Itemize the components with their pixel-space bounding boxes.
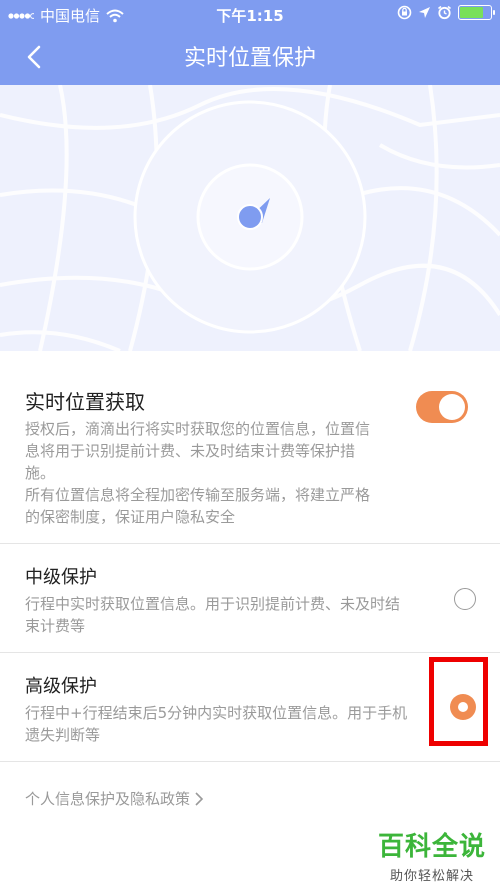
divider	[0, 761, 500, 762]
battery-level	[460, 7, 484, 18]
nav-bar: 实时位置保护	[0, 28, 500, 85]
desc-line: 所有位置信息将全程加密传输至服务端，将建立严格	[25, 486, 371, 504]
desc-line: 的保密制度，保证用户隐私安全	[25, 508, 236, 526]
desc-line: 行程中+行程结束后5分钟内实时获取位置信息。用于手机	[25, 704, 408, 722]
mid-protection-title: 中级保护	[25, 567, 97, 588]
watermark-brand: 百科全说	[377, 832, 486, 862]
mid-protection-desc: 行程中实时获取位置信息。用于识别提前计费、未及时结 束计费等	[25, 593, 400, 637]
privacy-policy-label: 个人信息保护及隐私政策	[25, 790, 191, 808]
desc-line: 束计费等	[25, 617, 86, 635]
desc-line: 息将用于识别提前计费、未及时结束计费等保护措	[25, 442, 356, 460]
rotation-lock-icon	[397, 5, 412, 20]
location-arrow-icon	[419, 7, 430, 18]
watermark-logo: 百科全说 助你轻松解决	[378, 826, 486, 884]
desc-line: 施。	[25, 464, 56, 482]
desc-line: 授权后，滴滴出行将实时获取您的位置信息，位置信	[25, 420, 371, 438]
high-protection-desc: 行程中+行程结束后5分钟内实时获取位置信息。用于手机 遗失判断等	[25, 702, 407, 746]
mid-protection-option[interactable]: 中级保护 行程中实时获取位置信息。用于识别提前计费、未及时结 束计费等	[0, 544, 500, 652]
page-title: 实时位置保护	[183, 46, 316, 71]
desc-line: 遗失判断等	[25, 726, 101, 744]
high-protection-option[interactable]: 高级保护 行程中+行程结束后5分钟内实时获取位置信息。用于手机 遗失判断等	[0, 653, 500, 761]
watermark-slogan: 助你轻松解决	[389, 869, 474, 884]
realtime-location-title: 实时位置获取	[25, 390, 145, 414]
mid-protection-radio[interactable]	[454, 588, 476, 610]
status-right	[397, 5, 495, 20]
toggle-knob	[439, 394, 465, 420]
location-dot	[237, 204, 263, 230]
location-map-illustration	[0, 85, 500, 351]
privacy-policy-link[interactable]: 个人信息保护及隐私政策	[25, 788, 204, 809]
alarm-icon	[438, 5, 451, 20]
desc-line: 行程中实时获取位置信息。用于识别提前计费、未及时结	[25, 595, 401, 613]
battery-icon	[458, 5, 495, 20]
high-protection-title: 高级保护	[25, 676, 97, 697]
realtime-location-toggle[interactable]	[416, 391, 468, 423]
map-graphic	[0, 85, 500, 351]
realtime-location-section: 实时位置获取 授权后，滴滴出行将实时获取您的位置信息，位置信 息将用于识别提前计…	[0, 351, 500, 543]
status-bar: 中国电信 下午1:15	[0, 0, 500, 28]
realtime-location-desc: 授权后，滴滴出行将实时获取您的位置信息，位置信 息将用于识别提前计费、未及时结束…	[25, 418, 370, 528]
chevron-right-icon	[195, 791, 204, 806]
annotation-highlight-box	[429, 657, 488, 746]
